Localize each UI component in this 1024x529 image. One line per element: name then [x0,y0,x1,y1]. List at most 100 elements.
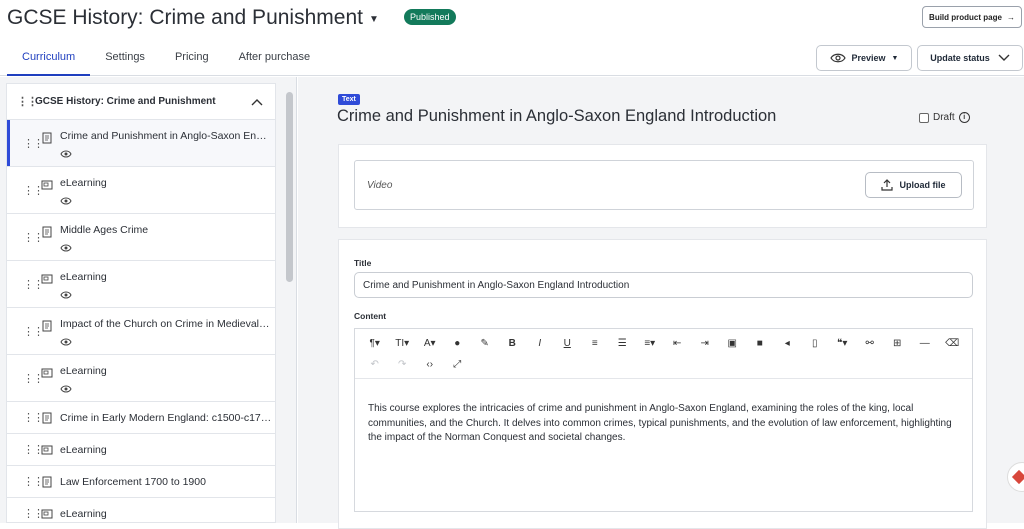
list-item[interactable]: ⋮⋮ Law Enforcement 1700 to 1900 [7,466,275,498]
horizontal-rule-icon[interactable]: — [911,333,939,354]
list-item[interactable]: ⋮⋮ eLearning [7,167,275,214]
list-item-label: Law Enforcement 1700 to 1900 [60,475,206,488]
build-product-page-button[interactable]: Build product page → [922,6,1022,28]
video-card: Video Upload file [338,144,987,228]
update-status-label: Update status [930,53,990,63]
build-button-label: Build product page [929,12,1002,22]
drag-handle-icon[interactable]: ⋮⋮ [23,325,44,338]
text-size-icon[interactable]: TI▾ [389,333,417,354]
tab-settings[interactable]: Settings [90,44,160,76]
align-icon[interactable]: ≡▾ [636,333,664,354]
section-panel: ⋮⋮ GCSE History: Crime and Punishment ⋮⋮… [6,83,276,523]
eye-icon[interactable] [60,244,72,252]
eye-icon[interactable] [60,150,72,158]
drag-handle-icon[interactable]: ⋮⋮ [23,475,44,488]
chevron-up-icon[interactable] [251,98,263,106]
draft-toggle[interactable]: Draft i [919,112,970,123]
ordered-list-icon[interactable]: ≡ [581,333,609,354]
chevron-down-icon [998,54,1010,61]
drag-handle-icon[interactable]: ⋮⋮ [23,507,44,520]
list-item-label: eLearning [60,443,107,456]
table-icon[interactable]: ⊞ [884,333,912,354]
drag-handle-icon[interactable]: ⋮⋮ [23,278,44,291]
top-bar: GCSE History: Crime and Punishment ▼ Pub… [0,0,1024,76]
drag-handle-icon[interactable]: ⋮⋮ [23,137,44,150]
tab-bar: Curriculum Settings Pricing After purcha… [7,44,325,76]
file-icon[interactable]: ▯ [801,333,829,354]
italic-icon[interactable]: I [526,333,554,354]
drag-handle-icon[interactable]: ⋮⋮ [23,443,44,456]
fullscreen-icon[interactable]: ⤢ [444,354,472,375]
title-field[interactable]: Crime and Punishment in Anglo-Saxon Engl… [354,272,973,298]
bold-icon[interactable]: B [499,333,527,354]
text-lesson-icon [42,226,52,238]
draft-label: Draft [933,112,955,123]
list-item-label: Crime and Punishment in Anglo-Saxon Engl… [60,130,272,142]
list-item[interactable]: ⋮⋮ eLearning [7,355,275,402]
video-placeholder: Video [367,180,393,191]
update-status-button[interactable]: Update status [917,45,1023,71]
sidebar-scrollbar[interactable] [286,92,293,282]
editor-content[interactable]: This course explores the intricacies of … [355,379,972,446]
list-item[interactable]: ⋮⋮ Middle Ages Crime [7,214,275,261]
text-lesson-icon [42,412,52,423]
list-item[interactable]: ⋮⋮ eLearning [7,434,275,466]
eye-icon[interactable] [60,197,72,205]
eye-icon[interactable] [60,338,72,346]
drag-handle-icon[interactable]: ⋮⋮ [23,231,44,244]
eye-icon[interactable] [60,291,72,299]
elearning-icon [41,445,53,454]
fill-color-icon[interactable]: ● [444,333,472,354]
eraser-icon[interactable]: ⌫ [939,333,967,354]
brush-icon[interactable]: ✎ [471,333,499,354]
outdent-icon[interactable]: ⇤ [664,333,692,354]
draft-checkbox[interactable] [919,112,929,123]
editor-toolbar: ¶▾ TI▾ A▾ ● ✎ B I U ≡ ☰ ≡▾ ⇤ ⇥ ▣ ■ ◂ ▯ ❝… [355,329,972,379]
indent-icon[interactable]: ⇥ [691,333,719,354]
section-header[interactable]: ⋮⋮ GCSE History: Crime and Punishment [7,84,275,120]
image-icon[interactable]: ▣ [719,333,747,354]
elearning-icon [41,274,53,284]
course-title-dropdown[interactable]: GCSE History: Crime and Punishment ▼ [7,6,379,30]
list-item-label: Middle Ages Crime [60,224,149,236]
preview-button[interactable]: Preview ▼ [816,45,912,71]
redo-icon[interactable]: ↷ [389,354,417,375]
eye-icon[interactable] [60,385,72,393]
list-item[interactable]: ⋮⋮ Impact of the Church on Crime in Medi… [7,308,275,355]
arrow-right-icon: → [1006,12,1015,22]
undo-icon[interactable]: ↶ [361,354,389,375]
elearning-icon [41,180,53,190]
content-label: Content [354,311,387,321]
drag-handle-icon[interactable]: ⋮⋮ [23,411,44,424]
tab-after-purchase[interactable]: After purchase [224,44,326,76]
list-item[interactable]: ⋮⋮ Crime in Early Modern England: c1500-… [7,402,275,434]
underline-icon[interactable]: U [554,333,582,354]
caret-down-icon: ▼ [891,54,899,62]
page-title: Crime and Punishment in Anglo-Saxon Engl… [337,107,777,125]
tab-pricing[interactable]: Pricing [160,44,224,76]
code-view-icon[interactable]: ‹› [416,354,444,375]
font-color-icon[interactable]: A▾ [416,333,444,354]
list-item[interactable]: ⋮⋮ eLearning [7,498,275,522]
list-item[interactable]: ⋮⋮ Crime and Punishment in Anglo-Saxon E… [7,120,275,167]
list-item-label: eLearning [60,365,107,377]
lesson-type-badge: Text [338,94,360,105]
eye-icon [829,53,846,63]
upload-label: Upload file [899,180,946,190]
paragraph-icon[interactable]: ¶▾ [361,333,389,354]
video-icon[interactable]: ■ [746,333,774,354]
info-icon[interactable]: i [958,112,970,123]
audio-icon[interactable]: ◂ [774,333,802,354]
rich-text-editor[interactable]: ¶▾ TI▾ A▾ ● ✎ B I U ≡ ☰ ≡▾ ⇤ ⇥ ▣ ■ ◂ ▯ ❝… [354,328,973,512]
upload-file-button[interactable]: Upload file [865,172,962,198]
quote-icon[interactable]: ❝▾ [829,333,857,354]
caret-down-icon: ▼ [368,14,379,25]
list-item[interactable]: ⋮⋮ eLearning [7,261,275,308]
tab-curriculum[interactable]: Curriculum [7,44,91,76]
drag-handle-icon[interactable]: ⋮⋮ [23,184,44,197]
drag-handle-icon[interactable]: ⋮⋮ [23,372,44,385]
drag-handle-icon[interactable]: ⋮⋮ [17,95,38,108]
video-dropzone[interactable]: Video Upload file [354,160,974,210]
link-icon[interactable]: ⚯ [856,333,884,354]
bullet-list-icon[interactable]: ☰ [609,333,637,354]
